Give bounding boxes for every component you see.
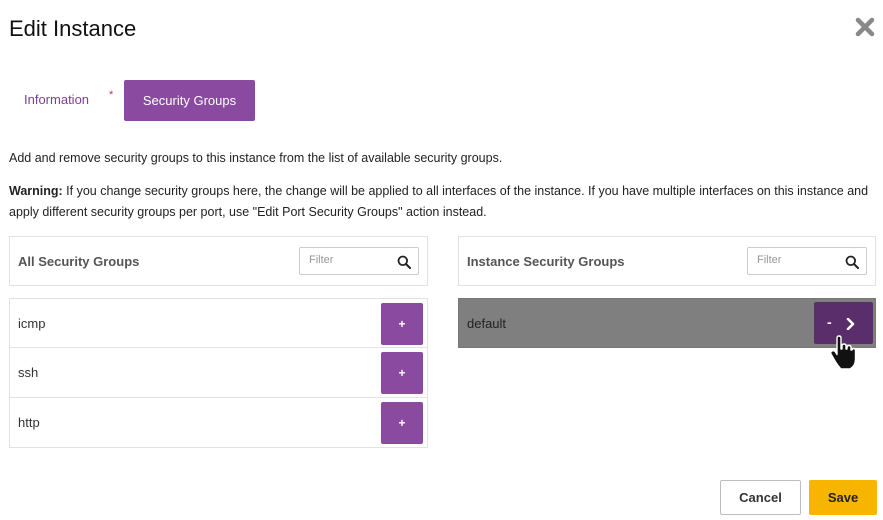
- available-groups-title: All Security Groups: [18, 254, 140, 269]
- warning-label: Warning:: [9, 184, 63, 198]
- available-row-ssh: ssh +: [9, 348, 428, 398]
- selected-row-default: default -: [458, 298, 876, 348]
- group-name: default: [467, 316, 507, 331]
- group-name: icmp: [18, 316, 46, 331]
- warning-body: If you change security groups here, the …: [9, 184, 869, 219]
- selected-filter[interactable]: [747, 247, 867, 275]
- tab-security-groups-label: Security Groups: [142, 93, 237, 108]
- group-name: http: [18, 415, 40, 430]
- cancel-button[interactable]: Cancel: [720, 480, 801, 515]
- selected-groups-header: Instance Security Groups: [458, 236, 876, 286]
- remove-symbol: -: [827, 314, 832, 330]
- available-row-http: http +: [9, 398, 428, 448]
- add-group-button[interactable]: +: [381, 352, 423, 394]
- edit-instance-modal: Edit Instance Information * Security Gro…: [0, 0, 883, 520]
- close-icon[interactable]: [854, 16, 876, 38]
- available-filter-input[interactable]: [309, 254, 389, 266]
- available-row-icmp: icmp +: [9, 298, 428, 348]
- available-groups-header: All Security Groups: [9, 236, 428, 286]
- required-marker: *: [109, 89, 114, 101]
- description-text: Add and remove security groups to this i…: [9, 151, 503, 165]
- chevron-right-icon: [846, 317, 856, 331]
- tab-security-groups[interactable]: Security Groups: [124, 80, 255, 121]
- search-icon[interactable]: [845, 255, 859, 269]
- search-icon[interactable]: [397, 255, 411, 269]
- add-group-button[interactable]: +: [381, 303, 423, 345]
- save-button[interactable]: Save: [809, 480, 877, 515]
- add-group-button[interactable]: +: [381, 402, 423, 444]
- tab-information[interactable]: Information *: [9, 80, 119, 120]
- selected-groups-title: Instance Security Groups: [467, 254, 625, 269]
- hand-pointer-icon: [828, 335, 858, 371]
- group-name: ssh: [18, 365, 39, 380]
- available-filter[interactable]: [299, 247, 419, 275]
- modal-title: Edit Instance: [9, 16, 137, 41]
- tab-information-label: Information: [24, 92, 90, 107]
- warning-text: Warning: If you change security groups h…: [9, 181, 875, 223]
- selected-filter-input[interactable]: [757, 254, 837, 266]
